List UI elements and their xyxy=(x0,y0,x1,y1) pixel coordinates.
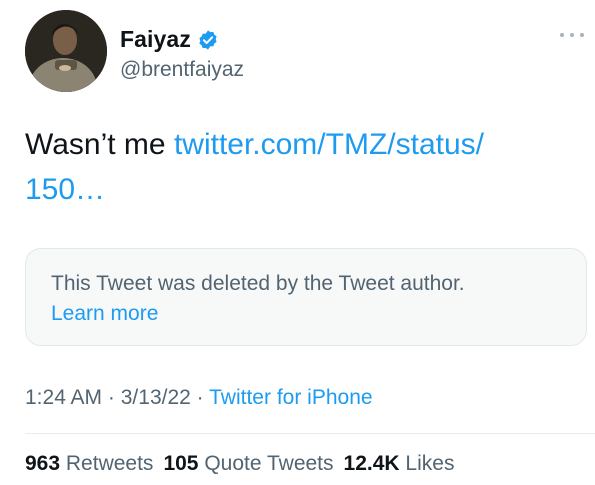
author-name-row: Faiyaz xyxy=(120,26,219,53)
tweet-meta: 1:24 AM · 3/13/22 · Twitter for iPhone xyxy=(25,386,373,410)
deleted-quote-card: This Tweet was deleted by the Tweet auth… xyxy=(25,248,587,346)
quote-tweets-stat[interactable]: 105 Quote Tweets xyxy=(163,452,333,475)
author-name[interactable]: Faiyaz xyxy=(120,26,191,53)
tweet-time[interactable]: 1:24 AM xyxy=(25,386,102,409)
retweets-label: Retweets xyxy=(65,452,154,475)
likes-count: 12.4K xyxy=(343,452,400,475)
more-dot xyxy=(570,33,574,37)
tweet-stats: 963 Retweets 105 Quote Tweets 12.4K Likes xyxy=(25,452,464,476)
avatar-photo-icon xyxy=(25,10,107,92)
tweet-link-line2: 150… xyxy=(25,173,106,206)
quote-tweets-count: 105 xyxy=(163,452,199,475)
more-dot xyxy=(580,33,584,37)
tweet-date[interactable]: 3/13/22 xyxy=(121,386,191,409)
tweet-source[interactable]: Twitter for iPhone xyxy=(209,386,372,409)
verified-badge-icon xyxy=(199,29,217,50)
divider xyxy=(25,433,595,434)
more-dot xyxy=(560,33,564,37)
retweets-count: 963 xyxy=(25,452,61,475)
tweet-link-line1: twitter.com/TMZ/status/ xyxy=(173,128,484,161)
tweet-text: Wasn’t me twitter.com/TMZ/status/150… xyxy=(25,122,570,212)
more-options-icon[interactable] xyxy=(560,30,584,40)
meta-separator: · xyxy=(196,386,204,409)
retweets-stat[interactable]: 963 Retweets xyxy=(25,452,153,475)
avatar[interactable] xyxy=(25,10,107,92)
likes-label: Likes xyxy=(405,452,455,475)
deleted-message: This Tweet was deleted by the Tweet auth… xyxy=(51,272,465,295)
meta-separator: · xyxy=(107,386,115,409)
tweet-body: Wasn’t me xyxy=(25,128,166,161)
quote-tweets-label: Quote Tweets xyxy=(204,452,334,475)
author-handle[interactable]: @brentfaiyaz xyxy=(120,58,244,82)
tweet: Faiyaz @brentfaiyaz Wasn’t me twitter.co… xyxy=(0,0,595,485)
learn-more-link[interactable]: Learn more xyxy=(51,299,158,329)
likes-stat[interactable]: 12.4K Likes xyxy=(344,452,455,475)
